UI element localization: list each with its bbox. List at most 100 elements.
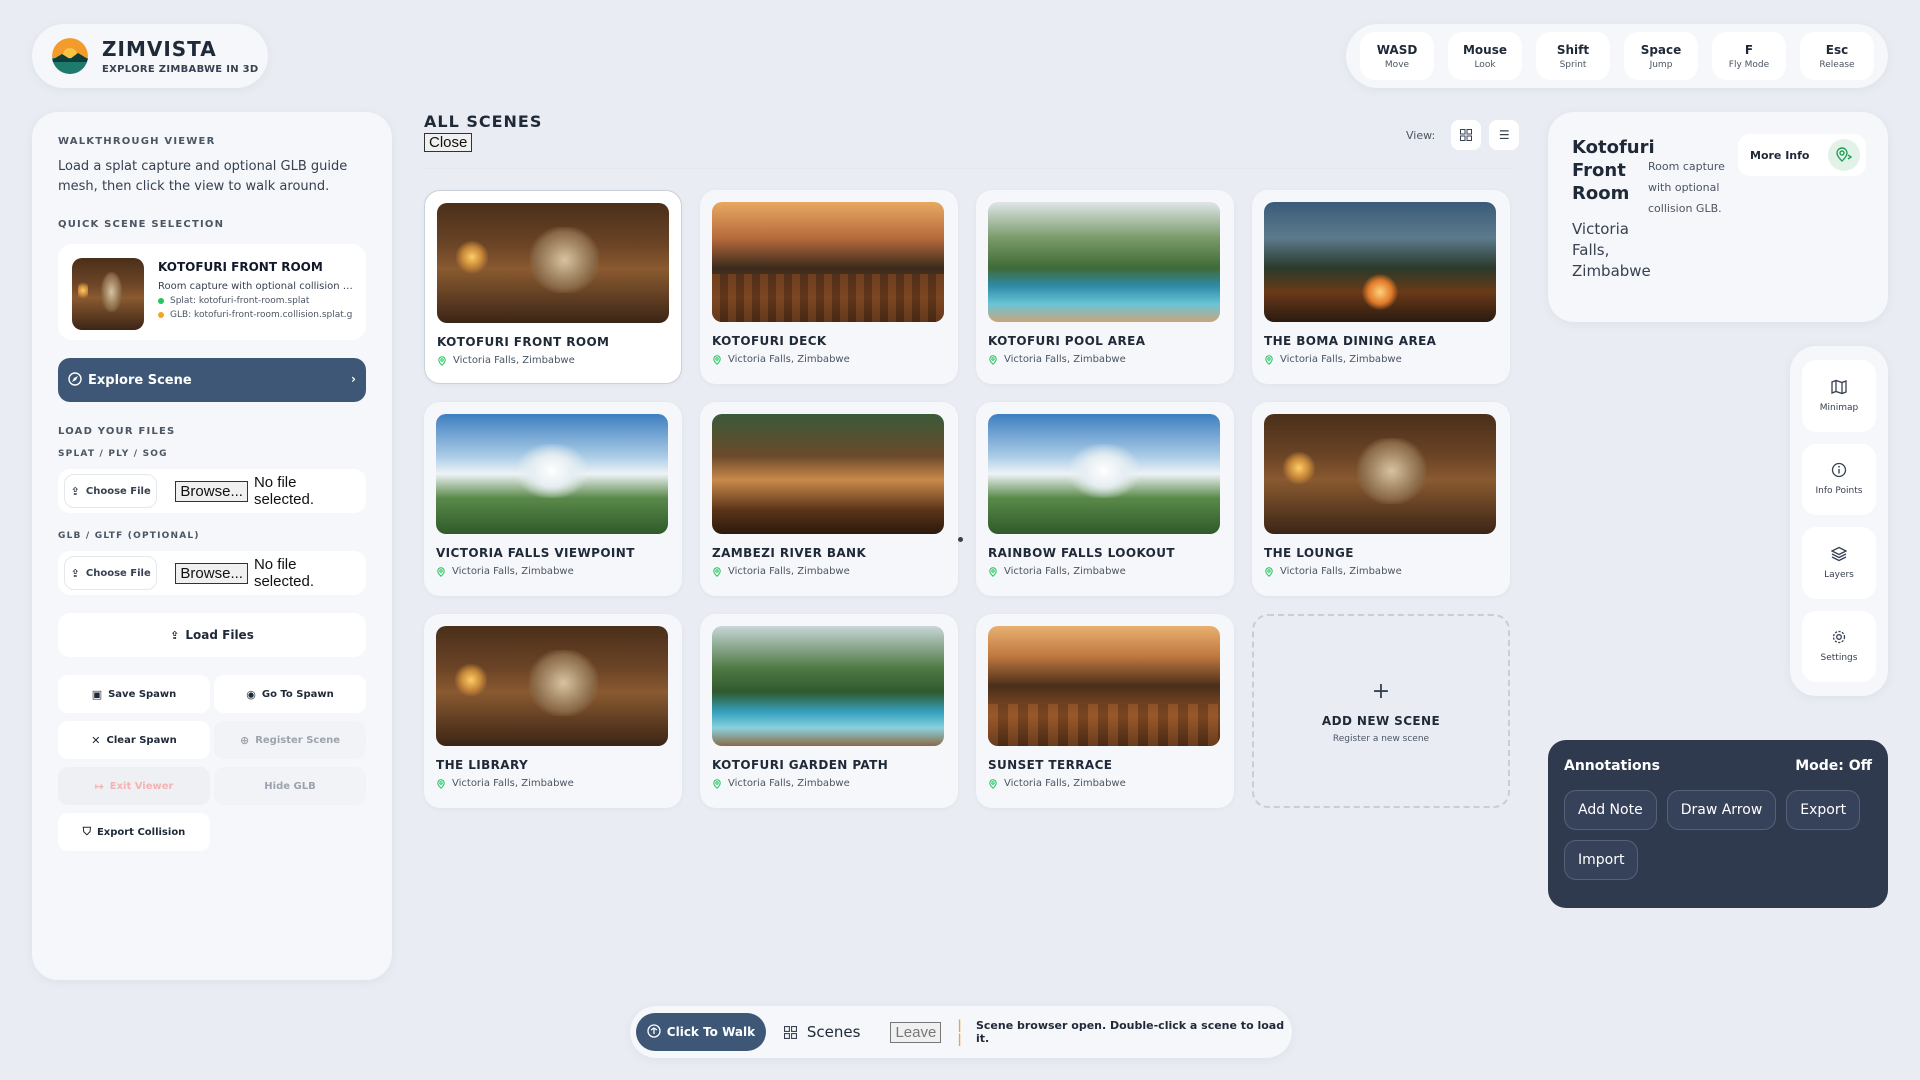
- glb-browse-button[interactable]: Browse...: [175, 562, 248, 584]
- load-files-button[interactable]: ⇪ Load Files: [58, 613, 366, 657]
- scene-card[interactable]: KOTOFURI FRONT ROOM Victoria Falls, Zimba…: [424, 190, 682, 384]
- glb-path: GLB: kotofuri-front-room.collision.splat…: [170, 310, 352, 320]
- scene-location-text: Victoria Falls, Zimbabwe: [728, 566, 850, 577]
- add-note-button[interactable]: Add Note: [1564, 790, 1657, 830]
- walk-label: Click To Walk: [666, 1025, 756, 1039]
- scene-name: ZAMBEZI RIVER BANK: [712, 546, 867, 560]
- plus-icon: +: [1371, 678, 1391, 704]
- scene-thumbnail: [988, 626, 1220, 746]
- annotations-mode[interactable]: Mode: Off: [1795, 758, 1872, 774]
- export-collision-label: Export Collision: [96, 826, 186, 838]
- leave-button[interactable]: Leave: [890, 1021, 942, 1043]
- annotations-title: Annotations: [1564, 758, 1660, 774]
- scene-card[interactable]: THE LIBRARY Victoria Falls, Zimbabwe: [424, 614, 682, 808]
- brand-title: ZIMVISTA: [102, 36, 217, 61]
- pause-icon: | |: [957, 1018, 961, 1046]
- quick-scene-desc: Room capture with optional collision G..…: [158, 281, 352, 292]
- shield-icon: ⛉: [82, 825, 91, 838]
- spawn-actions: ▣ Save Spawn ◉ Go To Spawn ✕ Clear Spawn ⊕ R…: [58, 675, 366, 851]
- grid-icon: [783, 1025, 797, 1039]
- scene-location-text: Victoria Falls, Zimbabwe: [1280, 566, 1402, 577]
- close-button[interactable]: Close: [424, 133, 473, 152]
- scene-location-text: Victoria Falls, Zimbabwe: [1004, 566, 1126, 577]
- scene-name: KOTOFURI FRONT ROOM: [437, 335, 610, 349]
- add-new-scene-card[interactable]: + ADD NEW SCENE Register a new scene: [1252, 614, 1510, 808]
- quick-scene-card[interactable]: KOTOFURI FRONT ROOM Room capture with op…: [58, 244, 366, 340]
- location-pin-icon: [436, 778, 452, 789]
- key-esc: Esc Release: [1800, 32, 1874, 80]
- hide-glb-button[interactable]: Hide GLB: [214, 767, 366, 805]
- click-to-walk-button[interactable]: Click To Walk: [636, 1013, 766, 1051]
- grid-view-button[interactable]: [1451, 120, 1482, 150]
- choose-label: Choose File: [85, 485, 151, 497]
- choose-splat-button[interactable]: ⇪ Choose File: [64, 474, 158, 508]
- register-scene-button[interactable]: ⊕ Register Scene: [214, 721, 366, 759]
- draw-arrow-button[interactable]: Draw Arrow: [1666, 790, 1777, 830]
- scene-location: Victoria Falls, Zimbabwe: [437, 355, 669, 366]
- key-mouse: Mouse Look: [1448, 32, 1522, 80]
- export-annotations-button[interactable]: Export: [1786, 790, 1861, 830]
- exit-viewer-button[interactable]: ↦ Exit Viewer: [58, 767, 210, 805]
- walkthrough-desc: Load a splat capture and optional GLB gu…: [58, 159, 348, 194]
- settings-button[interactable]: Settings: [1802, 610, 1876, 682]
- splat-browse-button[interactable]: Browse...: [175, 480, 248, 502]
- scenes-label: Scenes: [806, 1023, 861, 1041]
- scene-card[interactable]: THE BOMA DINING AREA Victoria Falls, Zimb…: [1252, 190, 1510, 384]
- scene-card[interactable]: THE LOUNGE Victoria Falls, Zimbabwe: [1252, 402, 1510, 596]
- save-spawn-label: Save Spawn: [108, 688, 177, 700]
- scene-card[interactable]: ZAMBEZI RIVER BANK Victoria Falls, Zimbab…: [700, 402, 958, 596]
- explore-scene-button[interactable]: Explore Scene ›: [58, 358, 366, 402]
- splat-no-file: No file selected.: [253, 474, 314, 508]
- scene-card[interactable]: SUNSET TERRACE Victoria Falls, Zimbabwe: [976, 614, 1234, 808]
- key-label: Esc: [1825, 42, 1849, 57]
- key-space: Space Jump: [1624, 32, 1698, 80]
- scenes-button[interactable]: Scenes: [783, 1023, 861, 1041]
- scene-card[interactable]: KOTOFURI POOL AREA Victoria Falls, Zimbab…: [976, 190, 1234, 384]
- register-scene-label: Register Scene: [255, 734, 341, 746]
- location-pin-icon: [437, 355, 453, 366]
- key-label: F: [1744, 42, 1754, 57]
- scene-thumbnail: [712, 414, 944, 534]
- list-view-button[interactable]: ☰: [1489, 120, 1520, 150]
- clear-spawn-button[interactable]: ✕ Clear Spawn: [58, 721, 210, 759]
- scene-location: Victoria Falls, Zimbabwe: [1264, 566, 1498, 577]
- splat-path: Splat: kotofuri-front-room.splat: [170, 296, 310, 306]
- info-points-button[interactable]: Info Points: [1802, 443, 1876, 515]
- scene-card[interactable]: KOTOFURI GARDEN PATH Victoria Falls, Zimb…: [700, 614, 958, 808]
- scene-location-text: Victoria Falls, Zimbabwe: [1280, 354, 1402, 365]
- add-scene-title: ADD NEW SCENE: [1321, 713, 1441, 728]
- go-to-spawn-button[interactable]: ◉ Go To Spawn: [214, 675, 366, 713]
- import-annotations-button[interactable]: Import: [1564, 840, 1639, 880]
- scene-name: RAINBOW FALLS LOOKOUT: [988, 546, 1175, 560]
- location-pin-icon: [712, 778, 728, 789]
- scene-thumbnail: [1264, 202, 1496, 322]
- glb-label: GLB / GLTF (OPTIONAL): [58, 531, 200, 541]
- choose-glb-button[interactable]: ⇪ Choose File: [64, 556, 158, 590]
- scene-location-text: Victoria Falls, Zimbabwe: [452, 778, 574, 789]
- quick-scene-splat: Splat: kotofuri-front-room.splat: [158, 296, 352, 306]
- scene-location: Victoria Falls, Zimbabwe: [712, 566, 946, 577]
- key-action: Move: [1384, 59, 1410, 70]
- plus-circle-icon: ⊕: [239, 733, 250, 747]
- export-collision-button[interactable]: ⛉ Export Collision: [58, 813, 210, 851]
- save-icon: ▣: [91, 687, 103, 701]
- scene-card[interactable]: KOTOFURI DECK Victoria Falls, Zimbabwe: [700, 190, 958, 384]
- gear-icon: [1832, 631, 1846, 644]
- quick-selection-label: QUICK SCENE SELECTION: [58, 219, 225, 230]
- minimap-button[interactable]: Minimap: [1802, 360, 1876, 432]
- layers-button[interactable]: Layers: [1802, 527, 1876, 599]
- save-spawn-button[interactable]: ▣ Save Spawn: [58, 675, 210, 713]
- scene-location: Victoria Falls, Zimbabwe: [712, 778, 946, 789]
- view-label: View:: [1406, 128, 1436, 142]
- more-info-button[interactable]: More Info: [1738, 134, 1866, 176]
- choose-label: Choose File: [85, 567, 151, 579]
- scene-location: Victoria Falls, Zimbabwe: [988, 566, 1222, 577]
- add-scene-subtitle: Register a new scene: [1332, 733, 1430, 744]
- cursor-dot: [958, 537, 963, 542]
- location-pin-icon: [712, 566, 728, 577]
- scene-card[interactable]: RAINBOW FALLS LOOKOUT Victoria Falls, Zim…: [976, 402, 1234, 596]
- info-icon: [1831, 463, 1847, 478]
- scene-thumbnail: [712, 202, 944, 322]
- scene-card[interactable]: VICTORIA FALLS VIEWPOINT Victoria Falls, …: [424, 402, 682, 596]
- info-title: Kotofuri Front Room: [1572, 137, 1655, 204]
